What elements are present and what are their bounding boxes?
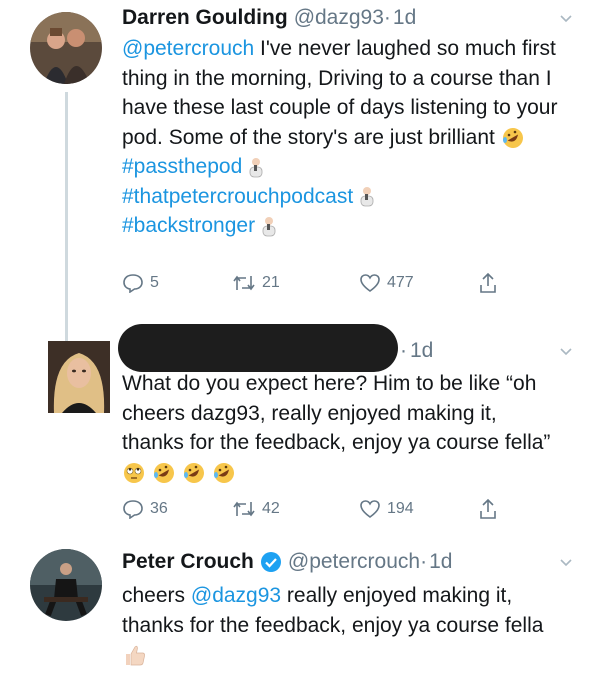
retweet-count: 21 (262, 274, 280, 291)
reply-icon (123, 500, 143, 519)
rofl-emoji-icon (183, 462, 204, 483)
retweet-icon (233, 275, 255, 291)
podcaster-emoji-icon (262, 216, 276, 237)
username[interactable]: @dazg93 (294, 6, 384, 30)
rofl-emoji-icon (502, 127, 523, 148)
tweet-peter-crouch[interactable]: Peter Crouch @petercrouch · 1d cheers @daz… (0, 535, 599, 673)
separator-dot: · (420, 550, 428, 573)
reply-icon (123, 274, 143, 293)
timestamp[interactable]: 1d (393, 6, 416, 30)
eye-roll-emoji-icon (124, 462, 144, 483)
reply-button[interactable]: 5 (122, 273, 159, 293)
avatar[interactable] (30, 549, 102, 621)
share-button[interactable] (478, 272, 498, 294)
mention-link[interactable]: @dazg93 (191, 584, 281, 607)
reply-count: 36 (150, 500, 168, 517)
timestamp[interactable]: 1d (410, 339, 433, 363)
caret-down-icon[interactable] (559, 12, 573, 26)
tweet-header: Peter Crouch @petercrouch · 1d (122, 550, 452, 574)
tweet-body-prefix: cheers (122, 584, 191, 607)
hashtag-link[interactable]: #passthepod (122, 152, 242, 182)
like-count: 477 (387, 274, 414, 291)
share-button[interactable] (478, 498, 498, 520)
rofl-emoji-icon (213, 462, 234, 483)
verified-icon (260, 552, 281, 572)
timestamp[interactable]: 1d (429, 550, 452, 574)
tweet-text: @petercrouch I've never laughed so much … (122, 34, 572, 241)
display-name[interactable]: Darren Goulding (122, 6, 288, 30)
reply-button[interactable]: 36 (122, 499, 168, 519)
tweet-text: What do you expect here? Him to be like … (122, 369, 562, 487)
hashtag-link[interactable]: #backstronger (122, 211, 255, 241)
hashtag-row: #thatpetercrouchpodcast (122, 182, 572, 212)
share-icon (480, 498, 496, 519)
podcaster-emoji-icon (249, 157, 263, 178)
hashtag-row: #backstronger (122, 211, 572, 241)
like-icon (360, 274, 380, 292)
mention-link[interactable]: @petercrouch (122, 37, 254, 60)
avatar[interactable] (48, 341, 110, 413)
tweet-header: Darren Goulding @dazg93 · 1d (122, 6, 416, 30)
hashtag-link[interactable]: #thatpetercrouchpodcast (122, 182, 353, 212)
tweet-text: cheers @dazg93 really enjoyed making it,… (122, 581, 572, 670)
redaction-bar (118, 324, 398, 372)
separator-dot: · (400, 339, 407, 362)
tweet-darren[interactable]: Darren Goulding @dazg93 · 1d @petercrouch … (0, 0, 599, 350)
tweet-reply-redacted[interactable]: · 1d What do you expect here? Him to be l… (0, 311, 599, 535)
display-name[interactable]: Peter Crouch (122, 550, 254, 574)
like-button[interactable]: 194 (359, 499, 414, 519)
avatar[interactable] (30, 12, 102, 84)
retweet-button[interactable]: 21 (232, 273, 280, 293)
share-icon (480, 272, 496, 293)
tweet-header: · 1d (400, 339, 433, 363)
rofl-emoji-icon (153, 462, 174, 483)
like-count: 194 (387, 500, 414, 517)
reply-count: 5 (150, 274, 159, 291)
username[interactable]: @petercrouch (288, 550, 420, 574)
separator-dot: · (383, 6, 391, 29)
hashtag-row: #passthepod (122, 152, 572, 182)
like-button[interactable]: 477 (359, 273, 414, 293)
like-icon (360, 500, 380, 518)
podcaster-emoji-icon (360, 187, 374, 207)
retweet-count: 42 (262, 500, 280, 517)
caret-down-icon[interactable] (559, 556, 573, 570)
retweet-icon (233, 501, 255, 517)
thread-line (65, 311, 68, 337)
caret-down-icon[interactable] (559, 345, 573, 359)
thumbs-up-emoji-icon (126, 646, 145, 666)
tweet-body: What do you expect here? Him to be like … (122, 372, 551, 454)
retweet-button[interactable]: 42 (232, 499, 280, 519)
